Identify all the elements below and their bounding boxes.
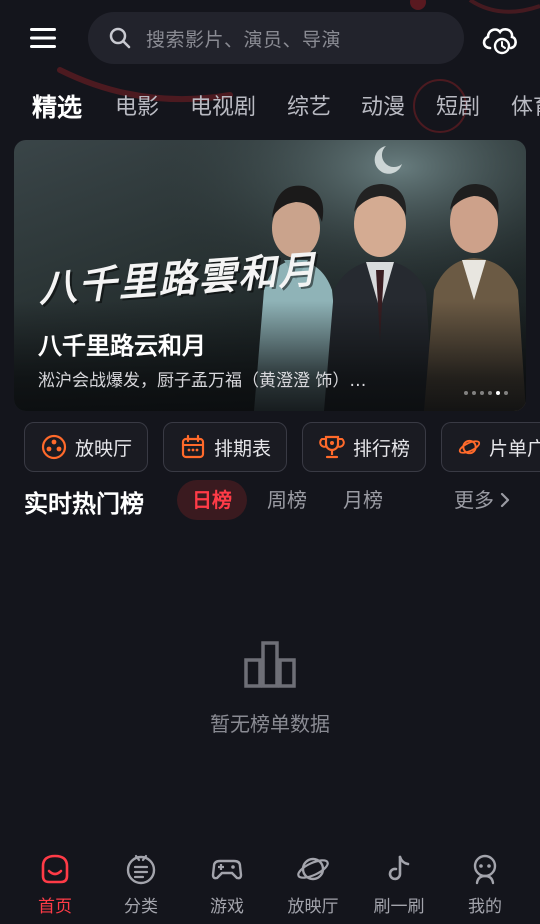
nav-home[interactable]: 首页 [12,852,98,918]
tab-anime[interactable]: 动漫 [361,88,405,128]
nav-cinema-hall[interactable]: 放映厅 [270,852,356,918]
tab-featured[interactable]: 精选 [32,88,82,128]
quick-entry-playlist-plaza[interactable]: 片单广场 [441,422,540,472]
film-reel-icon [41,434,67,460]
nav-label: 首页 [38,897,72,917]
menu-button[interactable] [30,26,58,50]
ranking-more-link[interactable]: 更多 [454,480,510,520]
quick-entry-label: 排行榜 [353,437,411,460]
ranking-header: 实时热门榜 日榜 周榜 月榜 更多 [0,478,540,526]
pagination-dot-active[interactable] [496,391,500,395]
pagination-dot[interactable] [504,391,508,395]
pagination-dot[interactable] [480,391,484,395]
nav-label: 游戏 [210,897,244,917]
tab-variety[interactable]: 综艺 [287,88,331,128]
top-bar: 搜索影片、演员、导演 [0,10,540,66]
banner-subtitle: 淞沪会战爆发，厨子孟万福（黄澄澄 饰）… [38,371,367,391]
quick-entry-schedule[interactable]: 排期表 [163,422,287,472]
ranking-tab-monthly[interactable]: 月榜 [328,480,398,520]
planet-icon [297,857,329,881]
tab-sports[interactable]: 体育 [511,88,540,128]
pagination-dot[interactable] [488,391,492,395]
home-icon [41,854,69,884]
trophy-icon [319,435,345,459]
cloud-clock-icon [482,27,517,55]
profile-icon [473,854,497,885]
search-input[interactable]: 搜索影片、演员、导演 [88,12,464,64]
music-note-icon [388,855,410,881]
quick-entry-label: 排期表 [214,437,272,460]
search-placeholder: 搜索影片、演员、导演 [146,28,342,51]
nav-swipe[interactable]: 刷一刷 [356,852,442,918]
ranking-tab-daily[interactable]: 日榜 [177,480,247,520]
pagination-dot[interactable] [464,391,468,395]
category-tabs: 精选 电影 电视剧 综艺 动漫 短剧 体育 [0,88,540,132]
nav-label: 放映厅 [287,897,339,917]
banner-pagination [464,391,508,395]
quick-entry-ranking[interactable]: 排行榜 [302,422,426,472]
search-icon [109,27,131,49]
nav-profile[interactable]: 我的 [442,852,528,918]
cloud-history-button[interactable] [480,22,520,56]
ranking-title: 实时热门榜 [24,490,144,518]
tab-movies[interactable]: 电影 [115,88,159,128]
nav-label: 分类 [124,897,158,917]
nav-games[interactable]: 游戏 [184,852,270,918]
hamburger-icon [30,28,56,48]
featured-banner[interactable]: 八千里路雲和月 八千里路云和月 淞沪会战爆发，厨子孟万福（黄澄澄 饰）… [14,140,526,411]
planet-icon [458,439,481,455]
bottom-navigation: 首页 分类 游戏 放映厅 刷一刷 我的 [0,840,540,924]
quick-entries: 放映厅 排期表 排行榜 片单广 [24,422,540,474]
more-label: 更多 [454,488,494,512]
nav-category[interactable]: 分类 [98,852,184,918]
nav-label: 我的 [468,897,502,917]
calendar-icon [181,434,205,459]
app-screen: 搜索影片、演员、导演 精选 电影 电视剧 综艺 动漫 短剧 体育 [0,0,540,924]
category-icon [126,854,156,885]
tab-short-drama[interactable]: 短剧 [436,88,480,128]
chevron-right-icon [500,492,510,508]
banner-title: 八千里路云和月 [38,332,206,360]
nav-label: 刷一刷 [373,897,425,917]
gamepad-icon [211,859,243,880]
ranking-tab-weekly[interactable]: 周榜 [252,480,322,520]
quick-entry-cinema-hall[interactable]: 放映厅 [24,422,148,472]
quick-entry-label: 片单广场 [488,437,540,460]
quick-entry-label: 放映厅 [75,437,133,460]
pagination-dot[interactable] [472,391,476,395]
bar-chart-empty-icon [244,641,296,688]
tab-tv-series[interactable]: 电视剧 [190,88,256,128]
empty-state-text: 暂无榜单数据 [210,712,330,736]
